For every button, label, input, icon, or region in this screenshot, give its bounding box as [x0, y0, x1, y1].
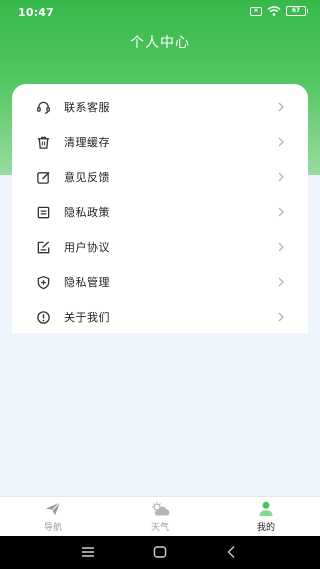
- bottom-tab-bar: 导航 天气 我的: [0, 496, 320, 536]
- status-time: 10:47: [18, 6, 55, 19]
- profile-screen: 10:47 × 67 个人中心 联系客服 清理缓存 意见反馈 隐私政策 用户协议…: [0, 0, 320, 569]
- weather-cloud-icon: [151, 501, 170, 517]
- battery-level: 67: [291, 7, 301, 14]
- tab-weather[interactable]: 天气: [130, 497, 190, 537]
- menu-item-label: 隐私管理: [64, 276, 110, 289]
- menu-item-feedback[interactable]: 意见反馈: [12, 160, 308, 194]
- settings-card: 联系客服 清理缓存 意见反馈 隐私政策 用户协议 隐私管理 关于我们: [12, 84, 308, 333]
- no-sim-icon: ×: [250, 6, 262, 16]
- edit-icon: [35, 169, 51, 185]
- info-icon: [35, 309, 51, 325]
- trash-icon: [35, 134, 51, 150]
- menu-item-label: 关于我们: [64, 311, 110, 324]
- menu-item-clear-cache[interactable]: 清理缓存: [12, 125, 308, 159]
- menu-item-label: 联系客服: [64, 101, 110, 114]
- menu-icon[interactable]: [79, 544, 97, 560]
- headset-icon: [35, 99, 51, 115]
- system-navigation-bar: [0, 536, 320, 569]
- chevron-right-icon: [276, 310, 286, 324]
- menu-item-contact-service[interactable]: 联系客服: [12, 90, 308, 124]
- tab-navigation[interactable]: 导航: [23, 497, 83, 537]
- menu-item-about-us[interactable]: 关于我们: [12, 300, 308, 334]
- home-icon[interactable]: [151, 544, 169, 560]
- chevron-right-icon: [276, 100, 286, 114]
- chevron-right-icon: [276, 275, 286, 289]
- tab-label: 导航: [43, 523, 62, 533]
- page-title: 个人中心: [130, 35, 190, 51]
- chevron-right-icon: [276, 240, 286, 254]
- menu-item-privacy-policy[interactable]: 隐私政策: [12, 195, 308, 229]
- user-icon: [257, 501, 275, 517]
- agreement-icon: [35, 239, 51, 255]
- menu-item-label: 意见反馈: [64, 171, 110, 184]
- battery-icon: 67: [286, 6, 308, 16]
- menu-item-label: 隐私政策: [64, 206, 110, 219]
- chevron-right-icon: [276, 135, 286, 149]
- menu-item-label: 清理缓存: [64, 136, 110, 149]
- document-icon: [35, 204, 51, 220]
- tab-label: 天气: [150, 523, 169, 533]
- tab-mine[interactable]: 我的: [236, 497, 296, 537]
- chevron-right-icon: [276, 170, 286, 184]
- menu-item-privacy-management[interactable]: 隐私管理: [12, 265, 308, 299]
- menu-item-label: 用户协议: [64, 241, 110, 254]
- back-icon[interactable]: [223, 544, 241, 560]
- menu-item-user-agreement[interactable]: 用户协议: [12, 230, 308, 264]
- paper-plane-icon: [44, 501, 62, 517]
- tab-label: 我的: [256, 523, 275, 533]
- status-icons: × 67: [250, 6, 308, 16]
- shield-plus-icon: [35, 274, 51, 290]
- chevron-right-icon: [276, 205, 286, 219]
- wifi-icon: [267, 6, 281, 16]
- status-bar: 10:47 × 67: [0, 0, 320, 26]
